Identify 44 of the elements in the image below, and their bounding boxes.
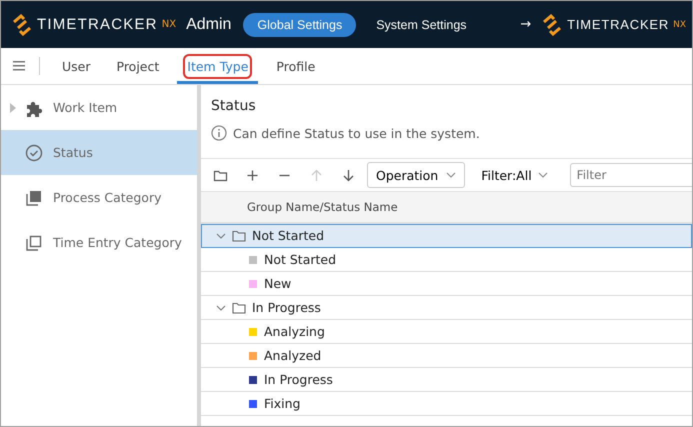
logo-icon [541, 14, 564, 36]
group-row[interactable]: Not Started [201, 224, 692, 248]
down-arrow-icon[interactable] [341, 168, 356, 182]
nav-tab[interactable]: User [54, 48, 98, 84]
menu-icon [13, 61, 25, 71]
folder-icon [232, 302, 246, 314]
switch-arrow[interactable]: → [520, 17, 532, 32]
column-header: Group Name/Status Name [247, 200, 398, 214]
logo-icon [11, 14, 33, 36]
filter-dropdown[interactable]: Filter:All [475, 166, 554, 184]
sidebar-item[interactable]: Status [1, 130, 197, 175]
status-row[interactable]: New [201, 272, 692, 296]
info-icon [211, 125, 227, 141]
folder-icon [232, 230, 246, 242]
header-tab[interactable]: Global Settings [243, 12, 356, 36]
section-title: Status [210, 97, 257, 116]
operation-dropdown[interactable]: Operation [367, 162, 466, 188]
stacked-squares-icon [25, 234, 43, 252]
chevron-down-icon [538, 172, 548, 178]
group-row[interactable]: In Progress [201, 296, 692, 320]
sidebar-item[interactable]: Work Item [1, 85, 197, 130]
logo-text: TIMETRACKER [567, 17, 670, 32]
nav-tab[interactable]: Project [108, 48, 168, 84]
expand-icon [10, 102, 16, 112]
logo-label: Admin [186, 16, 232, 34]
logo-text: TIMETRACKER [37, 16, 158, 33]
header-tab[interactable]: System Settings [362, 12, 481, 36]
logo-suffix: NX [162, 19, 176, 30]
status-row[interactable]: In Progress [201, 368, 692, 392]
logo-suffix: NX [673, 20, 686, 30]
check-circle-icon [25, 144, 43, 162]
status-row[interactable]: Analyzed [201, 344, 692, 368]
chevron-down-icon [446, 172, 456, 178]
stacked-squares-icon [25, 188, 43, 206]
status-row[interactable]: Analyzing [201, 320, 692, 344]
nav-tab[interactable]: Profile [268, 48, 324, 84]
add-icon[interactable] [245, 168, 260, 182]
sidebar-item[interactable]: Time Entry Category [1, 220, 197, 265]
nav-tab[interactable]: Item Type [177, 48, 258, 84]
status-row[interactable]: Not Started [201, 248, 692, 272]
sidebar-item[interactable]: Process Category [1, 175, 197, 220]
status-row[interactable]: Fixing [201, 392, 692, 416]
info-text: Can define Status to use in the system. [233, 126, 480, 140]
filter-field[interactable]: Filter [570, 163, 692, 187]
